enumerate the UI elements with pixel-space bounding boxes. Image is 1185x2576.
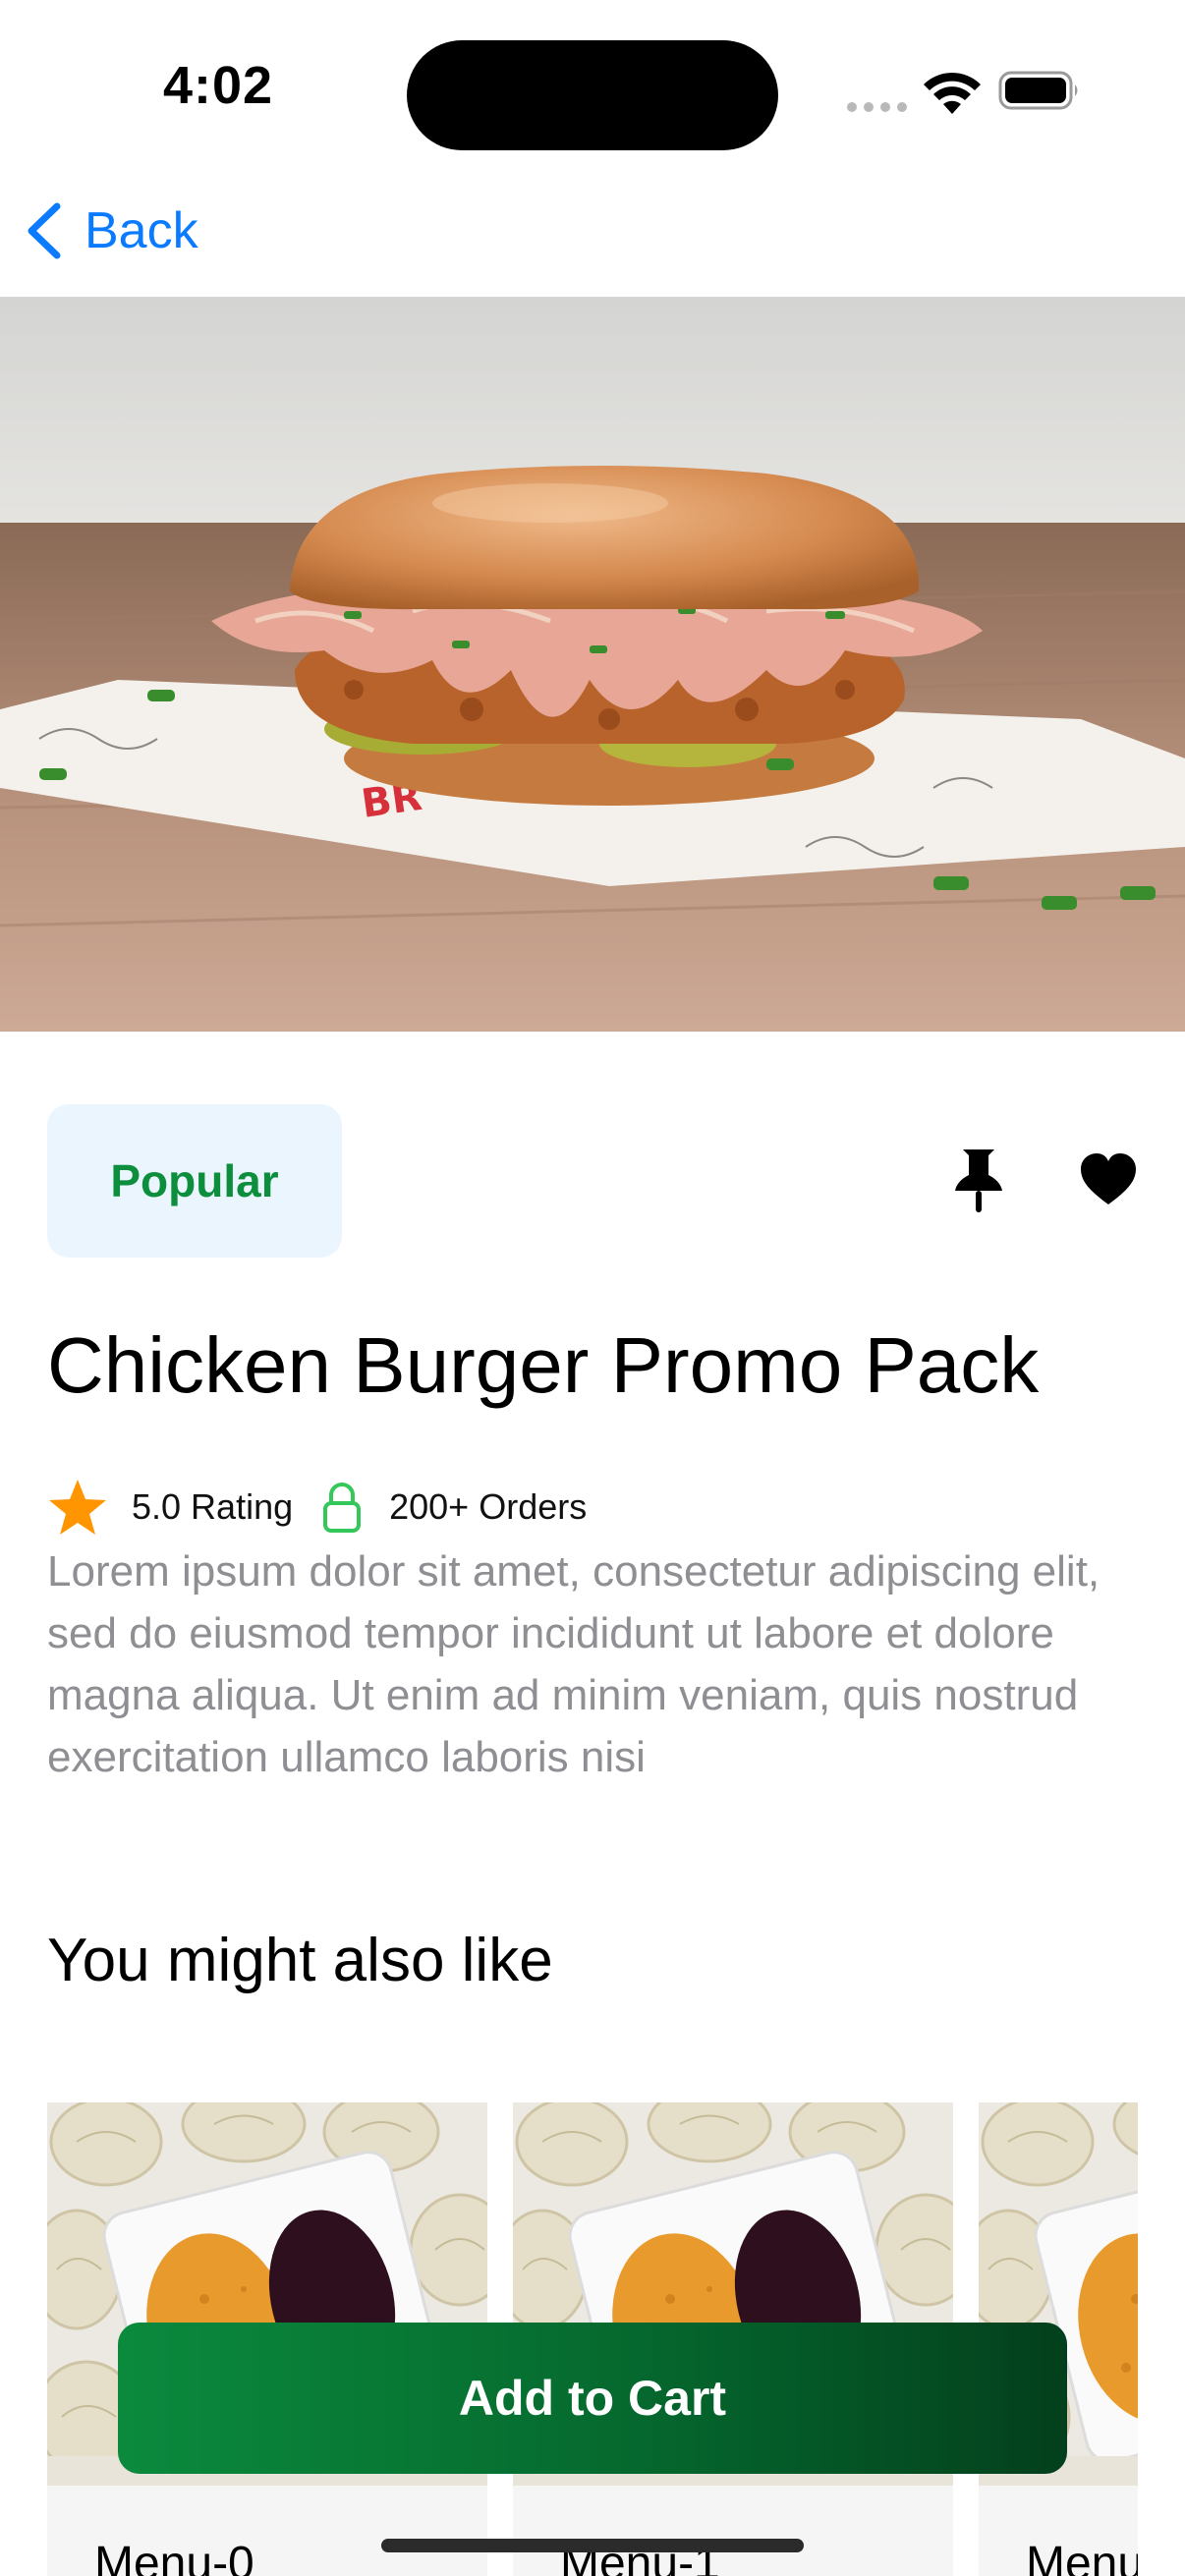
recommendation-label: Menu-2 xyxy=(1026,2538,1138,2576)
pin-icon[interactable] xyxy=(949,1146,1008,1214)
product-title: Chicken Burger Promo Pack xyxy=(47,1321,1040,1409)
heart-icon[interactable] xyxy=(1079,1151,1138,1206)
recommendations-title: You might also like xyxy=(47,1927,553,1994)
battery-icon xyxy=(998,71,1078,110)
orders-text: 200+ Orders xyxy=(389,1486,588,1527)
hero-image: BR xyxy=(0,297,1185,1032)
back-button[interactable]: Back xyxy=(24,196,198,265)
status-time: 4:02 xyxy=(162,56,274,115)
add-to-cart-button[interactable]: Add to Cart xyxy=(118,2323,1067,2474)
recommendation-label: Menu-0 xyxy=(94,2538,254,2576)
chevron-left-icon xyxy=(28,202,61,259)
cellular-signal-icon xyxy=(847,102,907,112)
product-description: Lorem ipsum dolor sit amet, consectetur … xyxy=(47,1547,1100,1781)
popular-badge: Popular xyxy=(47,1104,342,1258)
star-icon xyxy=(49,1480,106,1535)
rating-text: 5.0 Rating xyxy=(132,1486,294,1527)
product-meta: 5.0 Rating 200+ Orders xyxy=(47,1478,587,1537)
status-bar: 4:02 xyxy=(0,0,1185,187)
dynamic-island xyxy=(407,40,778,150)
back-label: Back xyxy=(85,202,198,259)
home-indicator[interactable] xyxy=(381,2539,804,2552)
wifi-icon xyxy=(924,72,981,114)
chicken-burger-photo: BR xyxy=(0,297,1185,1032)
lock-icon xyxy=(323,1483,362,1533)
